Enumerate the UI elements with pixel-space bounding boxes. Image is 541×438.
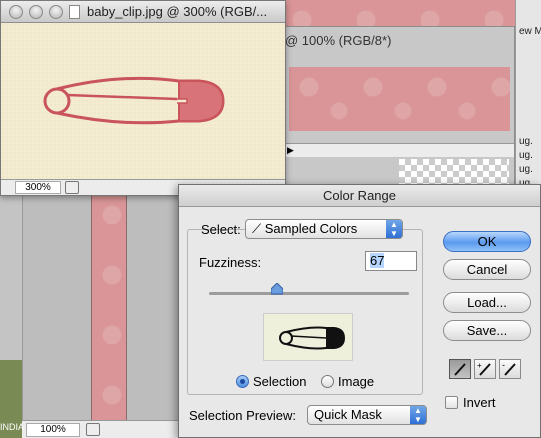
selection-preview-label: Selection Preview: xyxy=(189,408,296,423)
color-range-dialog[interactable]: Color Range Select: ⟋ Sampled Colors ▲ ▼ … xyxy=(178,184,541,438)
safety-pin-image xyxy=(43,76,225,125)
document-window-baby-clip[interactable]: baby_clip.jpg @ 300% (RGB/... 300% xyxy=(0,0,286,196)
svg-text:+: + xyxy=(477,361,482,370)
status-bar: 100% xyxy=(22,420,182,438)
safety-pin-mask-image xyxy=(279,326,346,350)
window-titlebar[interactable]: baby_clip.jpg @ 300% (RGB/... xyxy=(1,1,285,23)
horizontal-scrollbar[interactable] xyxy=(283,143,514,157)
load-button[interactable]: Load... xyxy=(443,292,531,313)
selection-preview-value: Quick Mask xyxy=(314,407,382,422)
fuzziness-slider-track[interactable] xyxy=(209,292,409,295)
panel-text: ug. xyxy=(519,150,533,161)
selection-radio-label: Selection xyxy=(253,374,307,389)
zoom-field[interactable]: 100% xyxy=(26,423,80,437)
image-canvas[interactable] xyxy=(1,23,285,179)
fuzziness-slider-thumb[interactable] xyxy=(271,283,283,295)
image-radio-label: Image xyxy=(338,374,375,389)
select-popup[interactable]: ⟋ Sampled Colors ▲ ▼ xyxy=(245,219,403,239)
pattern-band xyxy=(289,67,510,131)
invert-checkbox[interactable] xyxy=(445,396,458,409)
fuzziness-label: Fuzziness: xyxy=(199,255,262,270)
document-icon xyxy=(69,5,80,19)
window-title: baby_clip.jpg @ 300% (RGB/... xyxy=(87,4,268,19)
background-document-window-lower[interactable]: 100% xyxy=(0,185,182,438)
popup-arrows-icon: ▲ ▼ xyxy=(410,406,426,424)
select-label: Select: xyxy=(201,222,241,237)
thumbnail-label: INDIA xyxy=(0,422,25,432)
minimize-window-button[interactable] xyxy=(29,5,43,19)
add-to-sample-eyedropper-icon[interactable]: + xyxy=(474,359,496,379)
status-menu-button[interactable] xyxy=(86,423,100,436)
panel-text: ug. xyxy=(519,136,533,147)
background-thumbnail: INDIA xyxy=(0,360,25,438)
popup-arrows-icon: ▲ ▼ xyxy=(386,220,402,238)
document-title: @ 100% (RGB/8*) xyxy=(285,33,392,48)
zoom-window-button[interactable] xyxy=(49,5,63,19)
fuzziness-value: 67 xyxy=(370,253,385,268)
subtract-from-sample-eyedropper-icon[interactable]: - xyxy=(499,359,521,379)
background-layers-panel: ew M ug. ug. ug. ug. xyxy=(515,0,541,200)
selection-preview-thumbnail xyxy=(263,313,353,361)
panel-text: ug. xyxy=(519,164,533,175)
scroll-right-arrow-icon[interactable]: ▶ xyxy=(287,145,294,156)
image-radio[interactable] xyxy=(321,375,334,388)
close-window-button[interactable] xyxy=(9,5,23,19)
selection-radio[interactable] xyxy=(236,375,249,388)
invert-label: Invert xyxy=(463,395,496,410)
dialog-title[interactable]: Color Range xyxy=(179,185,540,207)
svg-text:-: - xyxy=(502,360,505,370)
eyedropper-tool-icon[interactable] xyxy=(449,359,471,379)
panel-text: ew M xyxy=(519,26,541,37)
document-canvas xyxy=(22,185,182,421)
zoom-field[interactable]: 300% xyxy=(15,181,61,194)
cancel-button[interactable]: Cancel xyxy=(443,259,531,280)
pattern-band-vertical xyxy=(91,195,127,421)
background-document-window[interactable]: @ 100% (RGB/8*) ▶ xyxy=(282,26,515,209)
selection-preview-popup[interactable]: Quick Mask ▲ ▼ xyxy=(307,405,427,425)
ok-button[interactable]: OK xyxy=(443,231,531,252)
eyedropper-icon: ⟋ xyxy=(252,221,262,236)
fuzziness-input[interactable]: 67 xyxy=(365,251,417,271)
select-value: Sampled Colors xyxy=(264,221,358,236)
save-button[interactable]: Save... xyxy=(443,320,531,341)
status-menu-button[interactable] xyxy=(65,181,79,194)
